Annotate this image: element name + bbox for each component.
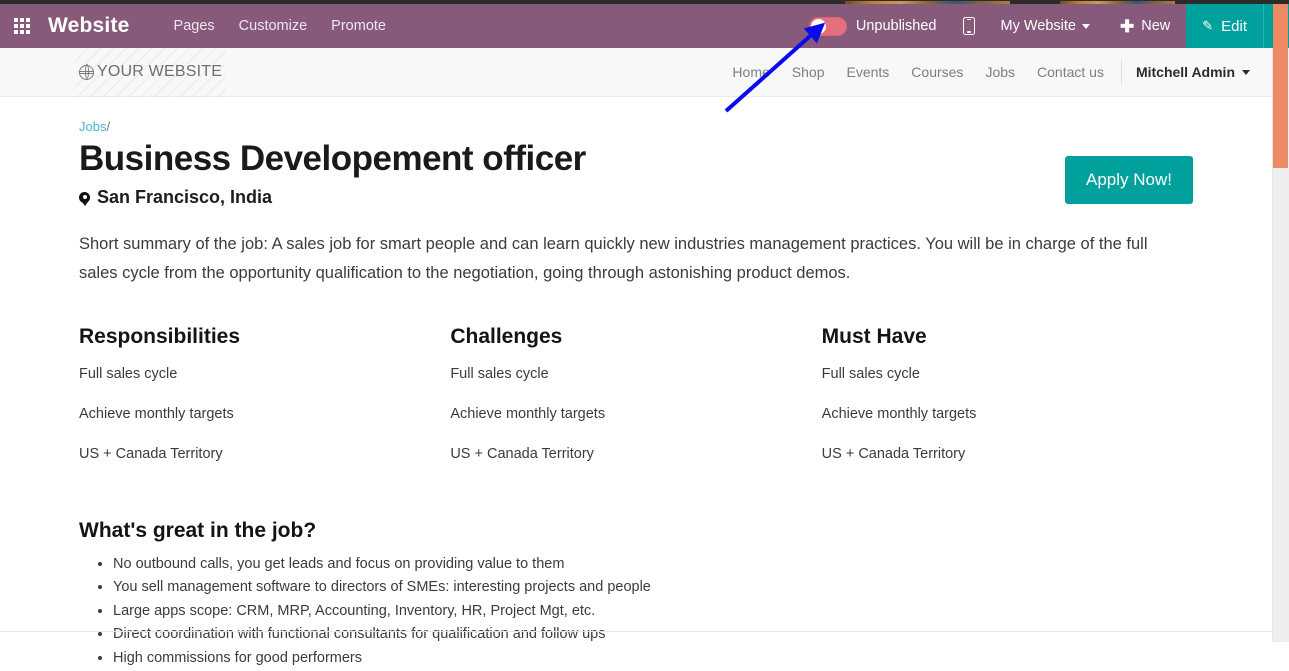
edit-button[interactable]: ✎ Edit bbox=[1186, 4, 1263, 48]
site-logo[interactable]: YOUR WEBSITE bbox=[75, 47, 227, 97]
chevron-down-icon bbox=[1242, 69, 1250, 75]
column-item: Achieve monthly targets bbox=[450, 405, 606, 422]
list-item: Direct coordination with functional cons… bbox=[113, 623, 1193, 647]
column-item: US + Canada Territory bbox=[450, 445, 594, 462]
apply-now-button[interactable]: Apply Now! bbox=[1065, 156, 1193, 204]
edit-button-label: Edit bbox=[1221, 17, 1247, 35]
column-challenges: Challenges Full sales cycle Achieve mont… bbox=[450, 325, 821, 485]
vertical-scrollbar[interactable] bbox=[1272, 48, 1289, 642]
column-heading: Responsibilities bbox=[79, 325, 241, 348]
list-item: No outbound calls, you get leads and foc… bbox=[113, 553, 1193, 577]
backend-top-bar: Website Pages Customize Promote Unpublis… bbox=[0, 4, 1289, 48]
user-menu-label: Mitchell Admin bbox=[1135, 64, 1235, 80]
nav-link-events[interactable]: Events bbox=[835, 48, 900, 97]
nav-link-contact-us[interactable]: Contact us bbox=[1026, 48, 1115, 97]
list-item: Large apps scope: CRM, MRP, Accounting, … bbox=[113, 600, 1193, 624]
nav-link-home[interactable]: Home bbox=[721, 48, 780, 97]
scrollbar-thumb[interactable] bbox=[1273, 48, 1288, 168]
publish-toggle-group[interactable]: Unpublished bbox=[808, 16, 937, 36]
breadcrumb-separator: / bbox=[106, 119, 111, 134]
nav-link-shop[interactable]: Shop bbox=[781, 48, 836, 97]
website-header: YOUR WEBSITE Home Shop Events Courses Jo… bbox=[0, 47, 1272, 97]
whats-great-heading: What's great in the job? bbox=[79, 518, 317, 542]
nav-link-courses[interactable]: Courses bbox=[900, 48, 974, 97]
user-menu[interactable]: Mitchell Admin bbox=[1128, 64, 1258, 80]
breadcrumb: Jobs/ bbox=[79, 97, 1193, 134]
job-title-row: Business Developement officer San Franci… bbox=[79, 134, 1193, 208]
publish-toggle[interactable] bbox=[808, 16, 847, 36]
job-detail-columns: Responsibilities Full sales cycle Achiev… bbox=[79, 325, 1193, 485]
app-brand-title: Website bbox=[48, 14, 130, 37]
column-item: Achieve monthly targets bbox=[821, 405, 977, 422]
site-logo-text: YOUR WEBSITE bbox=[97, 63, 223, 80]
column-item: Full sales cycle bbox=[450, 366, 549, 382]
whats-great-list: No outbound calls, you get leads and foc… bbox=[79, 553, 1193, 671]
globe-icon bbox=[78, 64, 94, 80]
site-navigation: Home Shop Events Courses Jobs Contact us… bbox=[721, 48, 1272, 97]
column-heading: Challenges bbox=[450, 325, 563, 348]
column-heading: Must Have bbox=[821, 325, 927, 348]
menu-pages[interactable]: Pages bbox=[162, 4, 227, 48]
location-pin-icon bbox=[79, 192, 90, 204]
column-item: US + Canada Territory bbox=[79, 445, 223, 462]
column-must-have: Must Have Full sales cycle Achieve month… bbox=[822, 325, 1193, 485]
chevron-down-icon bbox=[1081, 23, 1090, 29]
publish-status-label: Unpublished bbox=[855, 18, 937, 34]
job-location: San Francisco, India bbox=[79, 187, 586, 208]
publish-toggle-knob bbox=[810, 18, 826, 34]
column-item: Full sales cycle bbox=[821, 366, 920, 382]
mobile-preview-icon[interactable] bbox=[952, 4, 986, 48]
column-item: Full sales cycle bbox=[79, 366, 178, 382]
column-responsibilities: Responsibilities Full sales cycle Achiev… bbox=[79, 325, 450, 485]
column-item: Achieve monthly targets bbox=[79, 405, 234, 422]
menu-promote[interactable]: Promote bbox=[319, 4, 398, 48]
breadcrumb-jobs-link[interactable]: Jobs bbox=[79, 119, 106, 134]
page-title: Business Developement officer bbox=[79, 139, 586, 178]
scrollbar-thumb-top-segment[interactable] bbox=[1273, 4, 1288, 48]
plus-icon: ✚ bbox=[1119, 16, 1135, 36]
page-bottom-divider bbox=[0, 631, 1272, 632]
website-selector-dropdown[interactable]: My Website bbox=[986, 18, 1103, 34]
nav-divider bbox=[1120, 59, 1122, 85]
column-item: US + Canada Territory bbox=[821, 445, 966, 462]
menu-customize[interactable]: Customize bbox=[227, 4, 320, 48]
nav-link-jobs[interactable]: Jobs bbox=[974, 48, 1026, 97]
website-selector-label: My Website bbox=[1000, 18, 1076, 34]
job-page: Jobs/ Business Developement officer San … bbox=[0, 97, 1272, 666]
job-heading-block: Business Developement officer San Franci… bbox=[79, 134, 586, 208]
list-item: High commissions for good performers bbox=[113, 647, 1193, 671]
new-button-label: New bbox=[1141, 18, 1171, 34]
apps-grid-icon[interactable] bbox=[0, 4, 44, 48]
new-button[interactable]: ✚ New bbox=[1104, 18, 1186, 35]
list-item: You sell management software to director… bbox=[113, 576, 1193, 600]
job-location-text: San Francisco, India bbox=[97, 187, 273, 208]
job-summary: Short summary of the job: A sales job fo… bbox=[79, 235, 1148, 282]
pencil-icon: ✎ bbox=[1202, 18, 1214, 33]
